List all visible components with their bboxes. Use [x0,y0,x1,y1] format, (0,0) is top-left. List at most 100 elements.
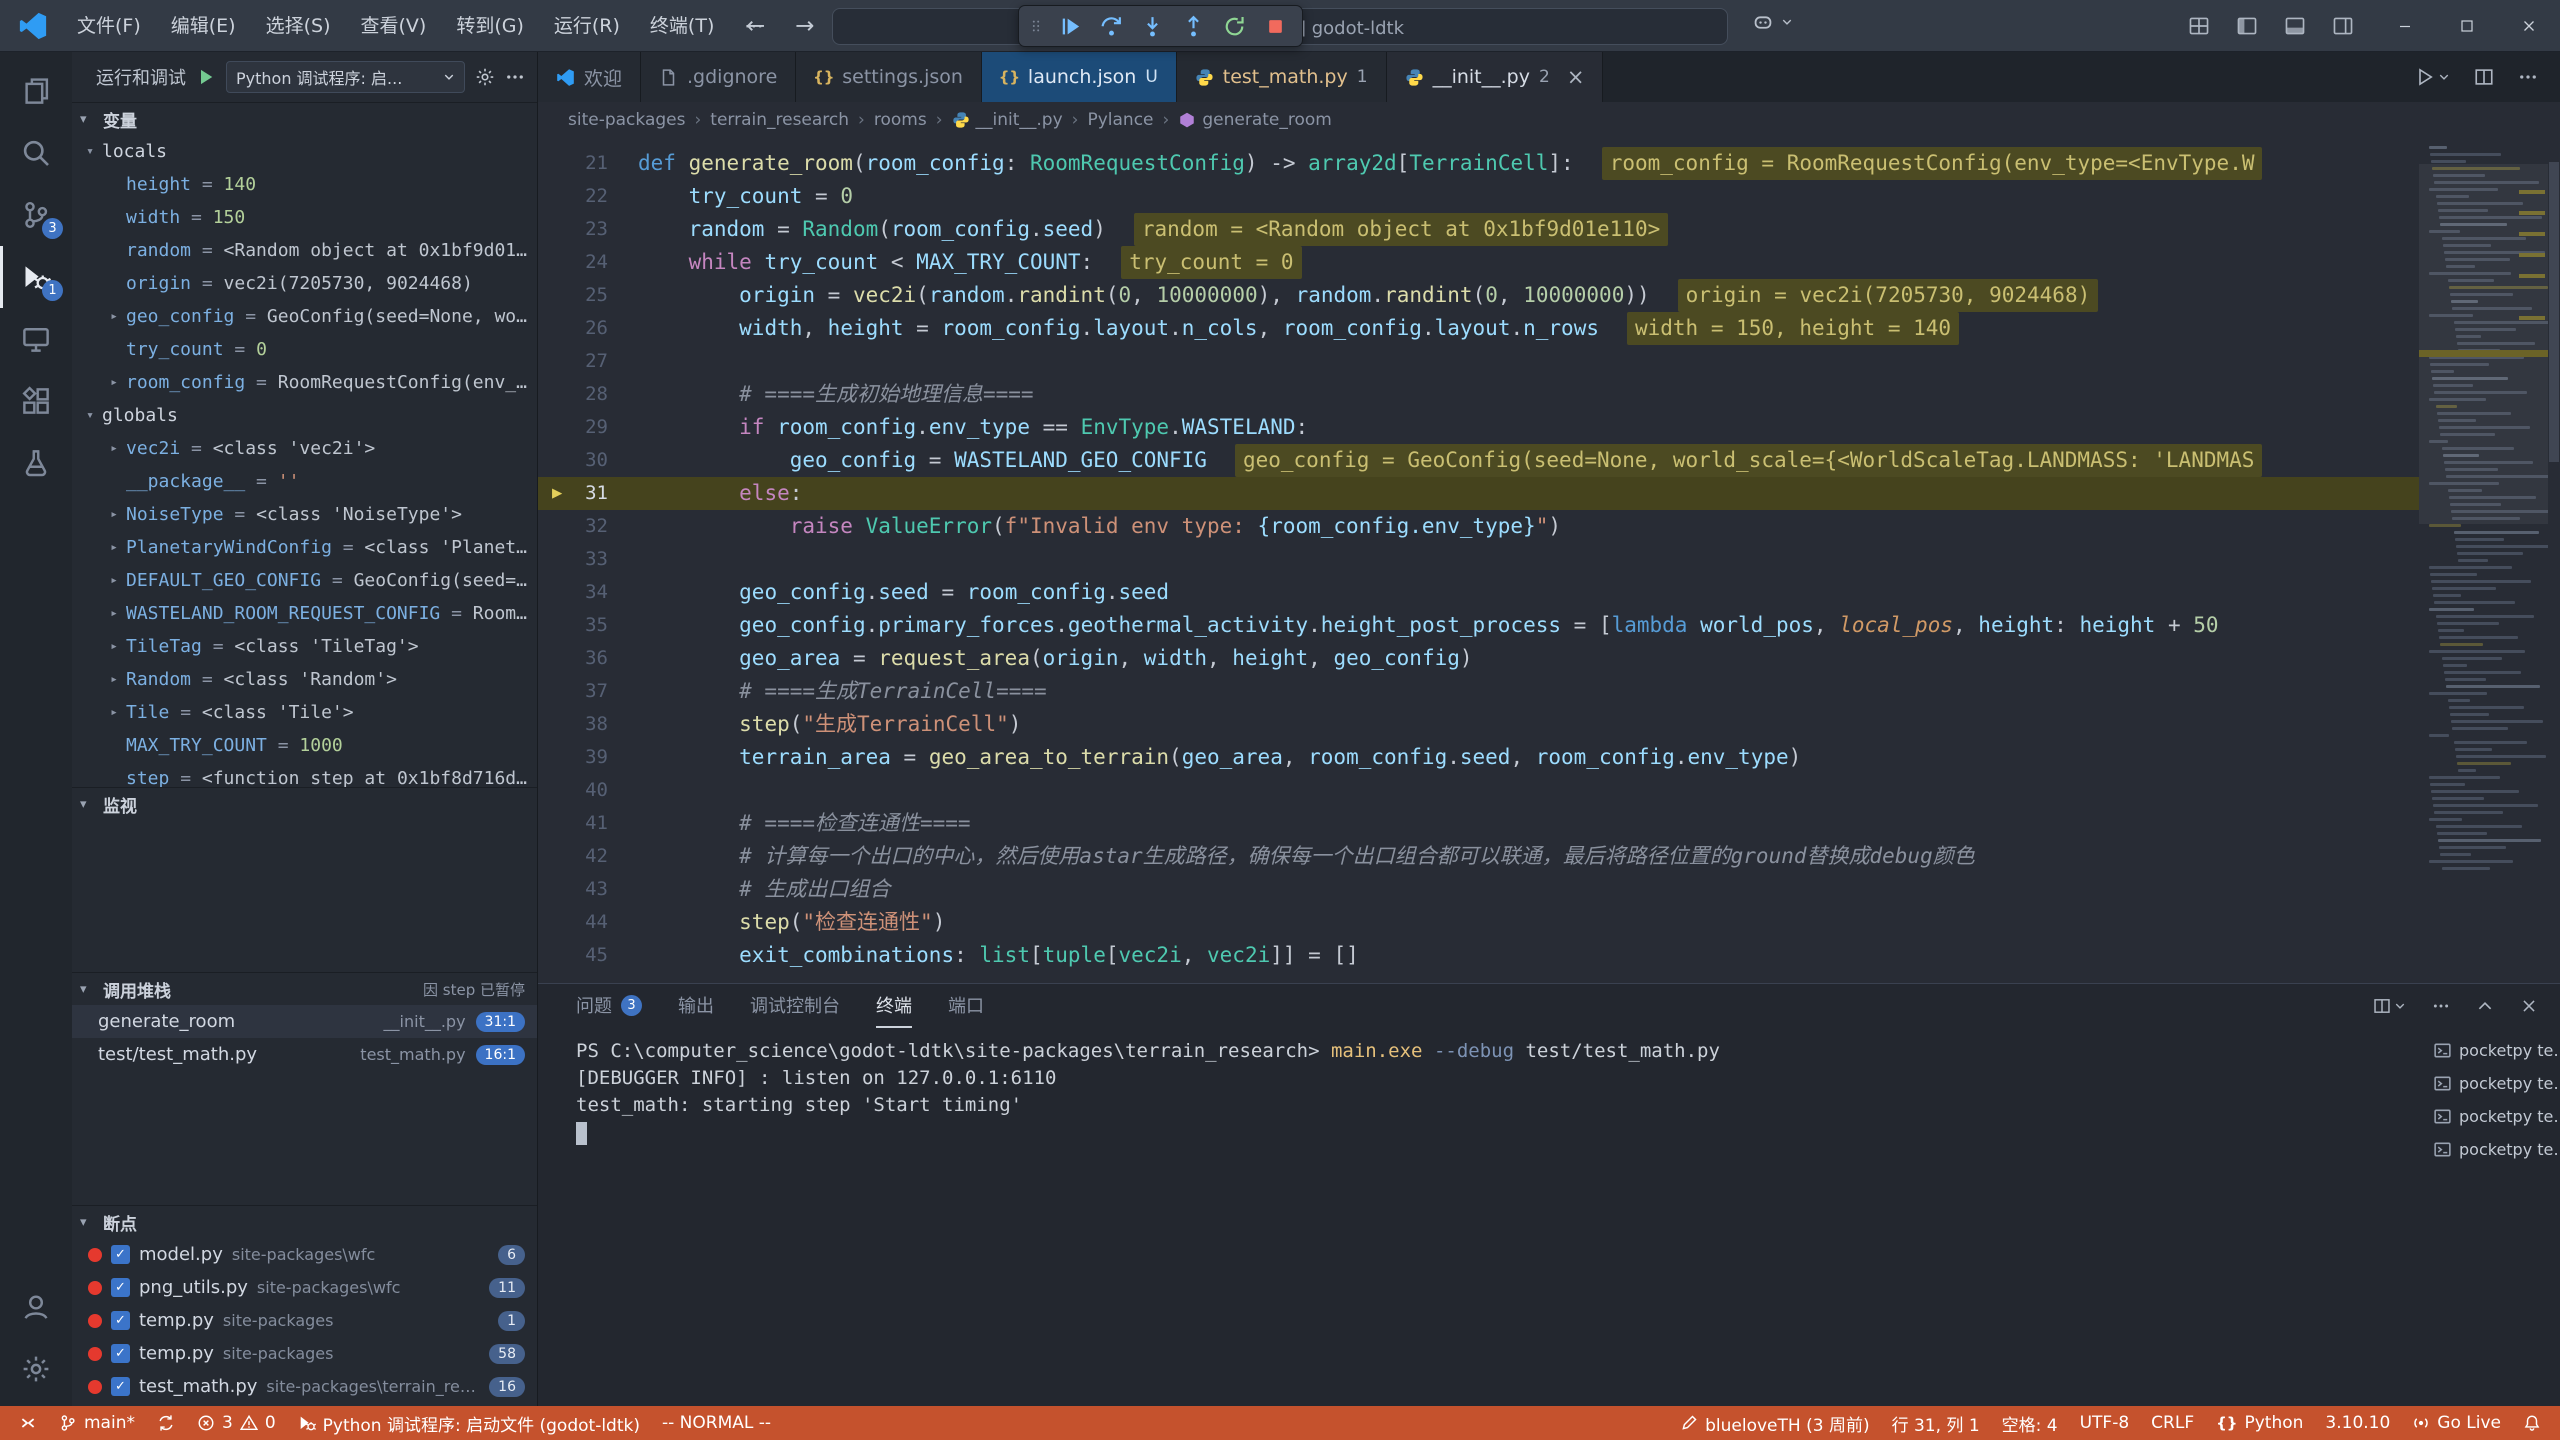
variable-row[interactable]: ▸PlanetaryWindConfig = <class 'Planeta… [72,531,537,564]
line-number[interactable]: 33 [538,543,638,576]
line-number[interactable]: 36 [538,642,638,675]
toggle-secondary-sidebar-icon[interactable] [2332,15,2354,37]
callstack-section-header[interactable]: ▾ 调用堆栈 因 step 已暂停 [72,972,537,1005]
tab-init-py[interactable]: __init__.py2× [1387,52,1604,102]
activity-run-and-debug[interactable]: 1 [0,246,72,308]
code-line[interactable]: 39 terrain_area = geo_area_to_terrain(ge… [538,741,2419,774]
configure-gear-button[interactable] [475,67,495,87]
line-number[interactable]: 39 [538,741,638,774]
breakpoint-row[interactable]: ✓temp.pysite-packages58 [72,1337,537,1370]
status-cursor-position[interactable]: 行 31, 列 1 [1881,1406,1991,1440]
activity-source-control[interactable]: 3 [0,184,72,246]
terminal-instance[interactable]: pocketpy te… [2427,1133,2560,1166]
step-over-button[interactable] [1094,9,1128,43]
toggle-sidebar-icon[interactable] [2236,15,2258,37]
code-line[interactable]: 27 [538,345,2419,378]
breakpoint-checkbox[interactable]: ✓ [111,1344,130,1363]
activity-testing[interactable] [0,432,72,494]
activity-extensions[interactable] [0,370,72,432]
line-number[interactable]: ▶31 [538,477,638,510]
menu-item[interactable]: 转到(G) [441,7,539,45]
terminal-instance[interactable]: pocketpy te… [2427,1067,2560,1100]
code-line[interactable]: 45 exit_combinations: list[tuple[vec2i, … [538,939,2419,972]
variables-group[interactable]: ▾locals [72,135,537,168]
line-number[interactable]: 35 [538,609,638,642]
terminal-instance[interactable]: pocketpy te… [2427,1034,2560,1067]
variable-row[interactable]: random = <Random object at 0x1bf9d01e… [72,234,537,267]
run-python-file-button[interactable] [2415,67,2450,87]
breadcrumb-item[interactable]: Pylance [1087,110,1153,130]
line-number[interactable]: 22 [538,180,638,213]
panel-tab-ports[interactable]: 端口 [948,984,984,1028]
breadcrumb-item[interactable]: __init__.py [952,110,1063,130]
step-out-button[interactable] [1176,9,1210,43]
split-editor-icon[interactable] [2474,67,2494,87]
panel-more-button[interactable] [2432,997,2450,1015]
status-branch[interactable]: main* [48,1406,146,1440]
debug-config-dropdown[interactable]: Python 调试程序: 启... [226,61,465,93]
line-number[interactable]: 37 [538,675,638,708]
line-number[interactable]: 32 [538,510,638,543]
variable-row[interactable]: ▸vec2i = <class 'vec2i'> [72,432,537,465]
breadcrumb-item[interactable]: terrain_research [710,110,849,130]
code-line[interactable]: 44 step("检查连通性") [538,906,2419,939]
line-number[interactable]: 29 [538,411,638,444]
tab-test-math-py[interactable]: test_math.py1 [1177,52,1387,102]
code-line[interactable]: 32 raise ValueError(f"Invalid env type: … [538,510,2419,543]
copilot-menu[interactable] [1752,11,1793,33]
variable-row[interactable]: ▸geo_config = GeoConfig(seed=None, wor… [72,300,537,333]
variable-row[interactable]: MAX_TRY_COUNT = 1000 [72,729,537,762]
line-number[interactable]: 34 [538,576,638,609]
tab-welcome[interactable]: 欢迎 [538,52,641,102]
variable-row[interactable]: step = <function step at 0x1bf8d716d… [72,762,537,787]
restart-button[interactable] [1217,9,1251,43]
panel-tab-output[interactable]: 输出 [678,984,714,1028]
status-encoding[interactable]: UTF-8 [2069,1406,2141,1440]
activity-search[interactable] [0,122,72,184]
status-eol[interactable]: CRLF [2140,1406,2205,1440]
breakpoint-row[interactable]: ✓png_utils.pysite-packages\wfc11 [72,1271,537,1304]
sidebar-more-button[interactable] [505,67,525,87]
code-line[interactable]: 42 # 计算每一个出口的中心，然后使用astar生成路径，确保每一个出口组合都… [538,840,2419,873]
line-number[interactable]: 30 [538,444,638,477]
panel-tab-terminal[interactable]: 终端 [876,984,912,1028]
status-problems[interactable]: 30 [186,1406,287,1440]
terminal-output[interactable]: PS C:\computer_science\godot-ldtk\site-p… [538,1028,2427,1406]
code-editor[interactable]: 2021def generate_room(room_config: RoomR… [538,138,2560,983]
breakpoint-checkbox[interactable]: ✓ [111,1278,130,1297]
code-line[interactable]: 22 try_count = 0 [538,180,2419,213]
watch-section-header[interactable]: ▾ 监视 [72,787,537,820]
activity-settings[interactable] [0,1338,72,1400]
status-indentation[interactable]: 空格: 4 [1991,1406,2069,1440]
minimap[interactable] [2419,138,2548,983]
menu-item[interactable]: 编辑(E) [156,7,251,45]
panel-tab-problems[interactable]: 问题3 [576,984,642,1028]
breakpoint-row[interactable]: ✓model.pysite-packages\wfc6 [72,1238,537,1271]
editor-scrollbar[interactable] [2548,138,2560,983]
tab-gdignore[interactable]: .gdignore [641,52,796,102]
code-line[interactable]: ▶31 else: [538,477,2419,510]
variable-row[interactable]: ▸TileTag = <class 'TileTag'> [72,630,537,663]
line-number[interactable]: 28 [538,378,638,411]
breadcrumb-item[interactable]: site-packages [568,110,685,130]
variables-group[interactable]: ▾globals [72,399,537,432]
breadcrumb-item[interactable]: rooms [874,110,927,130]
code-line[interactable]: 21def generate_room(room_config: RoomReq… [538,147,2419,180]
start-debugging-button[interactable] [196,67,216,87]
close-window-button[interactable] [2498,0,2560,51]
history-back-icon[interactable]: ← [746,13,765,39]
variable-row[interactable]: ▸NoiseType = <class 'NoiseType'> [72,498,537,531]
status-debug-session[interactable]: Python 调试程序: 启动文件 (godot-ldtk) [287,1406,651,1440]
activity-remote-explorer[interactable] [0,308,72,370]
activity-explorer[interactable] [0,60,72,122]
panel-tab-debug-console[interactable]: 调试控制台 [750,984,840,1028]
status-remote[interactable] [8,1406,48,1440]
line-number[interactable]: 38 [538,708,638,741]
code-line[interactable]: 25 origin = vec2i(random.randint(0, 1000… [538,279,2419,312]
line-number[interactable]: 27 [538,345,638,378]
close-panel-button[interactable] [2520,997,2538,1015]
split-terminal-button[interactable] [2373,997,2406,1015]
code-line[interactable]: 33 [538,543,2419,576]
variables-section-header[interactable]: ▾ 变量 [72,102,537,135]
status-vim-mode[interactable]: -- NORMAL -- [651,1406,782,1440]
